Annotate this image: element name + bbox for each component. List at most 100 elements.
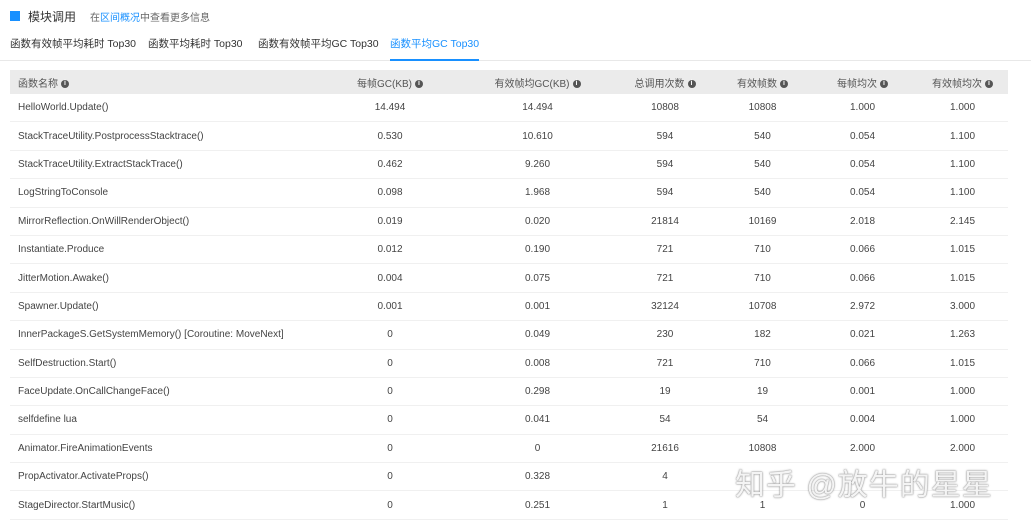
calls-per-frame-cell: 0.004 — [849, 414, 876, 426]
function-name-cell: HelloWorld.Update() — [18, 102, 109, 114]
valid-frame-avg-calls-cell: 1.000 — [949, 414, 976, 426]
total-calls-cell: 594 — [656, 187, 674, 199]
gc-per-frame-cell: 0.530 — [377, 130, 403, 142]
valid-frames-cell: 540 — [754, 187, 771, 199]
table-row[interactable]: FaceUpdate.OnCallChangeFace() 0 0.298 19 19 0… — [10, 378, 1008, 407]
column-header-function-name[interactable]: 函数名称 i — [18, 75, 69, 90]
valid-frame-avg-gc-cell: 0.190 — [524, 244, 551, 256]
function-name-cell: SelfDestruction.Start() — [18, 357, 117, 369]
tab-avg-gc[interactable]: 函数平均GC Top30 — [390, 38, 480, 61]
valid-frame-avg-calls-cell: 3.000 — [949, 300, 976, 312]
function-name-cell: InnerPackageS.GetSystemMemory() [Corouti… — [18, 329, 284, 341]
calls-per-frame-cell: 2.972 — [849, 300, 876, 312]
section-title: 模块调用 — [28, 9, 77, 24]
function-name-cell: StageDirector.StartMusic() — [18, 499, 136, 511]
valid-frame-avg-gc-cell: 0 — [534, 442, 541, 454]
interval-overview-link[interactable]: 区间概况 — [100, 13, 140, 24]
valid-frame-avg-gc-cell: 14.494 — [522, 102, 553, 114]
gc-per-frame-cell: 14.494 — [374, 102, 406, 114]
valid-frame-avg-gc-cell: 10.610 — [522, 130, 553, 142]
total-calls-cell: 594 — [656, 130, 674, 142]
function-name-cell: Animator.FireAnimationEvents — [18, 442, 153, 454]
valid-frame-avg-gc-cell: 0.041 — [524, 414, 551, 426]
info-icon[interactable]: i — [880, 79, 888, 88]
valid-frame-avg-gc-cell: 0.020 — [524, 215, 551, 227]
valid-frame-avg-calls-cell: 1.015 — [949, 357, 976, 369]
valid-frames-cell: 540 — [754, 158, 771, 170]
column-header-valid-frame-avg-gc[interactable]: 有效帧均GC(KB) i — [490, 75, 585, 90]
calls-per-frame-cell: 0.001 — [849, 386, 876, 398]
column-header-total-calls[interactable]: 总调用次数 i — [615, 75, 715, 90]
valid-frame-avg-calls-cell: 1.100 — [949, 187, 976, 199]
info-icon[interactable]: i — [985, 79, 993, 88]
table-row[interactable]: StackTraceUtility.ExtractStackTrace() 0.4… — [10, 151, 1008, 180]
valid-frames-cell: 710 — [754, 272, 771, 284]
table-row[interactable]: StackTraceUtility.PostprocessStacktrace(… — [10, 122, 1008, 151]
info-icon[interactable]: i — [687, 79, 696, 88]
info-icon[interactable]: i — [61, 79, 69, 88]
column-header-calls-per-frame[interactable]: 每帧均次 i — [820, 75, 905, 90]
valid-frame-avg-gc-cell: 9.260 — [524, 158, 551, 170]
valid-frames-cell: 710 — [754, 244, 771, 256]
calls-per-frame-cell: 0.054 — [849, 158, 876, 170]
valid-frame-avg-gc-cell: 0.328 — [524, 471, 551, 483]
function-name-cell: JitterMotion.Awake() — [18, 272, 109, 284]
total-calls-cell: 721 — [656, 357, 674, 369]
function-name-cell: MirrorReflection.OnWillRenderObject() — [18, 215, 190, 227]
column-header-gc-per-frame[interactable]: 每帧GC(KB) i — [345, 75, 435, 90]
tab-bar: 函数有效帧平均耗时 Top30 函数平均耗时 Top30 函数有效帧平均GC T… — [0, 30, 1031, 61]
table-row[interactable]: HelloWorld.Update() 14.494 14.494 10808 1080… — [10, 94, 1008, 123]
function-name-cell: LogStringToConsole — [18, 187, 109, 199]
section-hint: 在区间概况中查看更多信息 — [90, 12, 211, 24]
table-row[interactable]: LogStringToConsole 0.098 1.968 594 540 0.054 1… — [10, 179, 1008, 208]
valid-frames-cell: 54 — [756, 414, 769, 426]
section-marker-icon — [10, 11, 20, 21]
valid-frame-avg-gc-cell: 0.049 — [524, 329, 551, 341]
gc-per-frame-cell: 0 — [387, 357, 393, 369]
valid-frame-avg-calls-cell: 1.000 — [949, 102, 976, 114]
table-body: HelloWorld.Update() 14.494 14.494 10808 1080… — [10, 94, 1008, 520]
table-row[interactable]: Spawner.Update() 0.001 0.001 32124 10708 2.97… — [10, 293, 1008, 322]
valid-frames-cell: 710 — [754, 357, 771, 369]
table-row[interactable]: Instantiate.Produce 0.012 0.190 721 710 0.066… — [10, 236, 1008, 265]
table-row[interactable]: SelfDestruction.Start() 0 0.008 721 710 0.066… — [10, 350, 1008, 378]
calls-per-frame-cell: 2.000 — [849, 442, 876, 454]
info-icon[interactable]: i — [415, 79, 423, 88]
valid-frame-avg-calls-cell: 1.000 — [949, 386, 976, 398]
function-name-cell: Instantiate.Produce — [18, 244, 105, 256]
gc-per-frame-cell: 0 — [387, 471, 393, 483]
table-row[interactable]: InnerPackageS.GetSystemMemory() [Corouti… — [10, 321, 1008, 350]
info-icon[interactable]: i — [572, 79, 581, 88]
gc-per-frame-cell: 0 — [387, 414, 393, 426]
valid-frame-avg-gc-cell: 1.968 — [524, 187, 551, 199]
calls-per-frame-cell: 0.066 — [849, 272, 876, 284]
table-row[interactable]: selfdefine lua 0 0.041 54 54 0.004 1.000 — [10, 406, 1008, 435]
valid-frame-avg-calls-cell: 1.263 — [949, 329, 976, 341]
gc-per-frame-cell: 0.098 — [377, 187, 403, 199]
valid-frame-avg-gc-cell: 0.075 — [524, 272, 551, 284]
gc-per-frame-cell: 0.001 — [377, 300, 403, 312]
calls-per-frame-cell: 0.054 — [849, 130, 876, 142]
tab-valid-frame-avg-time[interactable]: 函数有效帧平均耗时 Top30 — [10, 38, 136, 59]
gc-per-frame-cell: 0.004 — [377, 272, 403, 284]
calls-per-frame-cell: 0.066 — [849, 357, 876, 369]
total-calls-cell: 21616 — [651, 442, 679, 454]
tab-valid-frame-avg-gc[interactable]: 函数有效帧平均GC Top30 — [258, 38, 379, 59]
table-row[interactable]: JitterMotion.Awake() 0.004 0.075 721 710 0.06… — [10, 264, 1008, 293]
section-header: 模块调用 在区间概况中查看更多信息 — [10, 8, 210, 24]
gc-per-frame-cell: 0.019 — [377, 215, 403, 227]
total-calls-cell: 19 — [659, 386, 671, 398]
column-header-valid-frame-avg-calls[interactable]: 有效帧均次 i — [915, 75, 1010, 90]
tab-avg-time[interactable]: 函数平均耗时 Top30 — [148, 38, 243, 59]
table-row[interactable]: Animator.FireAnimationEvents 0 0 21616 10808… — [10, 435, 1008, 464]
valid-frame-avg-calls-cell: 1.015 — [949, 244, 976, 256]
watermark: 知乎 @放牛的星星 — [735, 469, 993, 502]
total-calls-cell: 10808 — [651, 102, 679, 114]
total-calls-cell: 594 — [656, 158, 674, 170]
total-calls-cell: 230 — [656, 329, 674, 341]
calls-per-frame-cell: 0.066 — [849, 244, 876, 256]
info-icon[interactable]: i — [780, 79, 788, 88]
table-row[interactable]: MirrorReflection.OnWillRenderObject() 0.0… — [10, 208, 1008, 236]
total-calls-cell: 1 — [662, 499, 668, 511]
column-header-valid-frames[interactable]: 有效帧数 i — [720, 75, 805, 90]
